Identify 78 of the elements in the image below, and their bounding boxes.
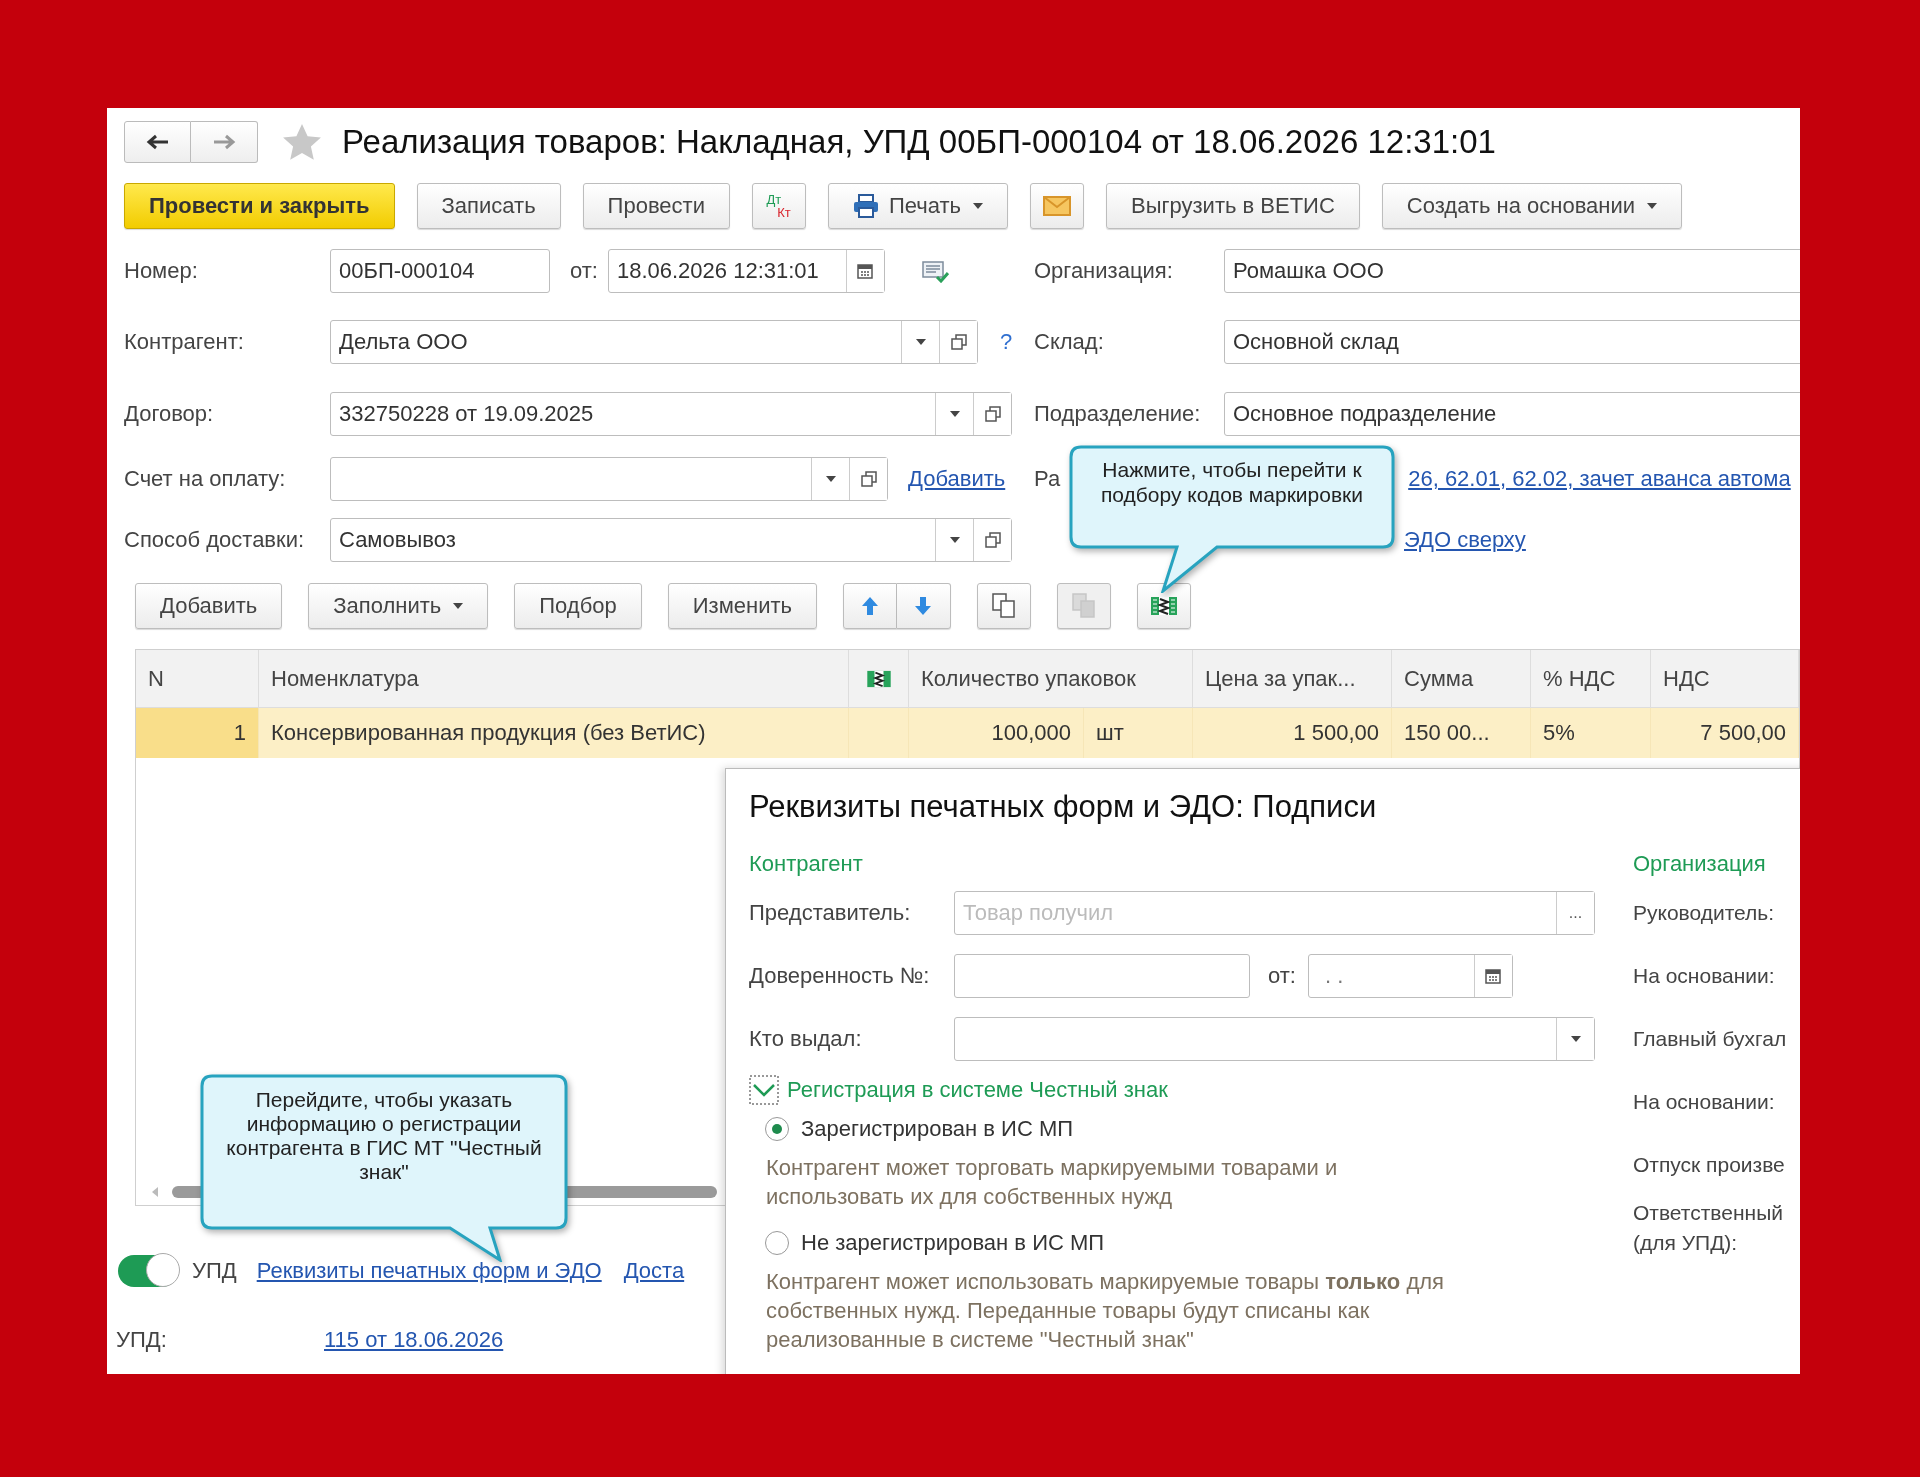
table-cell: 150 00... xyxy=(1392,708,1531,758)
toolbar-button[interactable]: Подбор xyxy=(514,583,642,629)
warehouse-field[interactable]: Основной склад xyxy=(1224,320,1800,364)
section-heading: Контрагент xyxy=(749,850,864,878)
table-row[interactable]: 1 Консервированная продукция (без ВетИС) 100,000 шт 1 500,00 150 00... 5% 7 500,00 xyxy=(136,708,1799,758)
radio-label[interactable]: Не зарегистрирован в ИС МП xyxy=(801,1230,1105,1256)
number-field[interactable]: 00БП-000104 xyxy=(330,249,550,293)
help-link[interactable]: ? xyxy=(1000,329,1013,355)
organization-field[interactable]: Ромашка ООО xyxy=(1224,249,1800,293)
field-label: Номер: xyxy=(124,258,199,284)
field-label: Ответственный (для УПД): xyxy=(1633,1200,1784,1256)
field-label: Отпуск произве xyxy=(1633,1151,1786,1178)
toolbar-button[interactable]: Записать xyxy=(416,183,561,229)
date-field[interactable]: . . xyxy=(1307,953,1513,998)
contract-field[interactable]: 332750228 от 19.09.2025 xyxy=(330,392,1012,436)
footer-link[interactable]: Доста xyxy=(623,1258,685,1284)
choose-button[interactable]: ... xyxy=(1556,891,1594,934)
option-description: Контрагент может торговать маркируемыми товарами и использовать их для собственных нужд xyxy=(765,1154,1339,1211)
department-field[interactable]: Основное подразделение xyxy=(1224,392,1800,436)
counterparty-field[interactable]: Дельта ООО xyxy=(330,320,978,364)
field-label: Кто выдал: xyxy=(749,1025,863,1052)
print-button[interactable]: Печать xyxy=(827,183,1008,229)
field-label: Представитель: xyxy=(749,899,912,926)
field-label: Главный бухгал xyxy=(1633,1025,1788,1052)
radio-label[interactable]: Зарегистрирован в ИС МП xyxy=(801,1116,1074,1142)
delivery-field[interactable]: Самовывоз xyxy=(330,518,1012,562)
toolbar-button[interactable]: Выгрузить в ВЕТИС xyxy=(1106,183,1360,229)
field-label: На основании: xyxy=(1633,962,1776,989)
toolbar-button[interactable]: Добавить xyxy=(135,583,283,629)
field-label: Подразделение: xyxy=(1034,401,1202,427)
date-field[interactable]: 18.06.2026 12:31:01 xyxy=(607,249,885,293)
table-cell: 100,000 xyxy=(909,708,1084,758)
field-label: Счет на оплату: xyxy=(124,466,287,492)
panel-title: Реквизиты печатных форм и ЭДО: Подписи xyxy=(749,788,1378,826)
callout-text: Нажмите, чтобы перейти к подбору кодов маркировки xyxy=(1099,457,1364,507)
field-label: Организация: xyxy=(1034,258,1174,284)
table-cell: 1 xyxy=(136,708,259,758)
column-header[interactable]: Цена за упак... xyxy=(1193,650,1392,707)
representative-field[interactable]: Товар получил ... xyxy=(954,890,1595,935)
section-heading: Организация xyxy=(1633,850,1767,878)
toggle-label: УПД xyxy=(192,1258,237,1284)
column-header[interactable]: НДС xyxy=(1651,650,1799,707)
field-label: Склад: xyxy=(1034,329,1105,355)
field-label: Контрагент: xyxy=(124,329,245,355)
field-label: УПД: xyxy=(116,1327,168,1353)
edo-link[interactable]: ЭДО сверху xyxy=(1404,527,1526,553)
table-cell: Консервированная продукция (без ВетИС) xyxy=(259,708,849,758)
column-header[interactable]: Количество упаковок xyxy=(909,650,1193,707)
toolbar-button[interactable]: Провести xyxy=(582,183,730,229)
upd-link[interactable]: 115 от 18.06.2026 xyxy=(324,1327,504,1353)
field-label: Доверенность №: xyxy=(749,962,931,989)
window-title: Реализация товаров: Накладная, УПД 00БП-000104 от 18.06.2026 12:31:01 xyxy=(342,123,1496,161)
callout-text: Перейдите, чтобы указать информацию о регистрации контрагента в ГИС МТ "Честный знак" xyxy=(225,1088,543,1184)
post-and-close-button[interactable]: Провести и закрыть xyxy=(124,183,395,229)
field-label: от: xyxy=(570,258,598,284)
toolbar-button[interactable]: Изменить xyxy=(667,583,817,629)
table-cell: 5% xyxy=(1531,708,1651,758)
fill-dropdown-button[interactable]: Заполнить xyxy=(308,583,489,629)
table-cell: 7 500,00 xyxy=(1651,708,1799,758)
dropdown-button[interactable]: Создать на основании xyxy=(1381,183,1683,229)
settlements-link[interactable]: 26, 62.01, 62.02, зачет аванса автома xyxy=(1408,466,1791,492)
field-label: Руководитель: xyxy=(1633,899,1776,926)
table-cell: 1 500,00 xyxy=(1193,708,1392,758)
add-link[interactable]: Добавить xyxy=(908,466,1006,492)
accounting-entries-button[interactable]: Дт Кт xyxy=(751,183,806,229)
field-label: На основании: xyxy=(1633,1088,1776,1115)
column-header[interactable]: N xyxy=(136,650,259,707)
table-cell: шт xyxy=(1084,708,1193,758)
option-description: Контрагент может использовать маркируемые товары только для собственных нужд. Переданные товары будут списаны как реализованные в системе "Честный знак" xyxy=(765,1268,1445,1354)
field-label: Способ доставки: xyxy=(124,527,306,553)
column-header[interactable]: Сумма xyxy=(1392,650,1531,707)
footer-link[interactable]: Реквизиты печатных форм и ЭДО xyxy=(256,1258,602,1284)
section-heading[interactable]: Регистрация в системе Честный знак xyxy=(787,1077,1168,1103)
column-header[interactable]: Номенклатура xyxy=(259,650,849,707)
field-label: Договор: xyxy=(124,401,215,427)
field-label: Ра xyxy=(1034,466,1061,492)
field-label: от: xyxy=(1268,962,1296,989)
column-header[interactable]: % НДС xyxy=(1531,650,1651,707)
